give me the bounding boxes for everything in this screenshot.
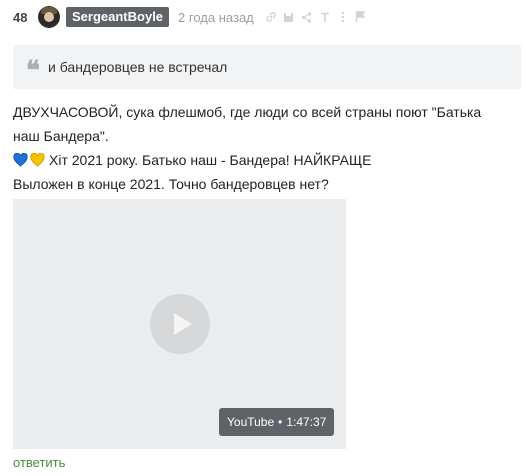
yellow-heart-icon [30,153,45,167]
avatar-face [44,12,54,22]
link-icon[interactable] [262,8,280,26]
more-icon[interactable] [334,8,352,26]
comment-tools [262,8,370,26]
flag-icon[interactable] [352,8,370,26]
comment-header: 48 SergeantBoyle 2 года назад [13,6,370,28]
reply-link[interactable]: ответить [13,455,65,470]
comment-line: наш Бандера". [13,128,109,144]
comment-line: Хіт 2021 року. Батько наш - Бандера! НАЙ… [13,148,493,172]
play-icon[interactable] [150,294,210,354]
comment-line: Выложен в конце 2021. Точно бандеровцев … [13,176,329,192]
video-separator: • [278,415,283,429]
blue-heart-icon [13,153,28,167]
video-info-badge: YouTube • 1:47:37 [219,408,335,436]
quote-block: ❝ и бандеровцев не встречал [13,45,521,89]
video-source: YouTube [227,415,275,429]
username-badge[interactable]: SergeantBoyle [66,7,170,27]
video-embed[interactable]: YouTube • 1:47:37 [13,199,346,449]
hearts [13,153,45,167]
quote-icon: ❝ [26,56,40,86]
avatar[interactable] [38,6,60,28]
share-icon[interactable] [298,8,316,26]
comment-rating: 48 [13,9,28,25]
save-icon[interactable] [280,8,298,26]
comment-time[interactable]: 2 года назад [178,10,254,25]
comment-line-text: Хіт 2021 року. Батько наш - Бандера! НАЙ… [49,152,372,168]
quote-text: и бандеровцев не встречал [48,59,228,75]
comment-line: ДВУХЧАСОВОЙ, сука флешмоб, где люди со в… [13,104,482,120]
comment-body: ДВУХЧАСОВОЙ, сука флешмоб, где люди со в… [13,100,493,196]
text-icon[interactable] [316,8,334,26]
video-duration: 1:47:37 [286,415,327,429]
